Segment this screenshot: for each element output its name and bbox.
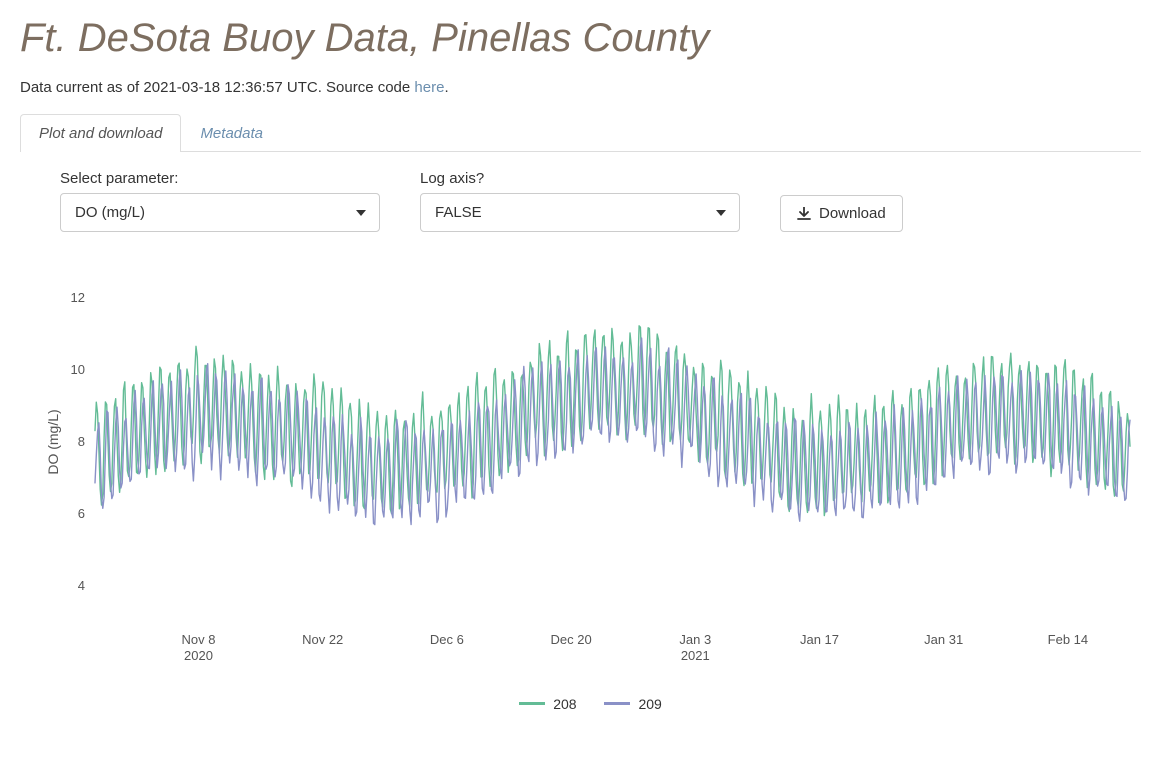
tab-metadata[interactable]: Metadata	[181, 114, 282, 152]
download-icon	[797, 207, 811, 221]
svg-text:8: 8	[78, 434, 85, 449]
svg-text:2021: 2021	[681, 648, 710, 663]
svg-text:Nov 22: Nov 22	[302, 632, 343, 647]
parameter-label: Select parameter:	[60, 170, 380, 187]
source-code-link[interactable]: here	[414, 79, 444, 96]
tab-plot-and-download[interactable]: Plot and download	[20, 114, 181, 152]
status-line: Data current as of 2021-03-18 12:36:57 U…	[20, 79, 1141, 96]
chart-legend: 208 209	[40, 692, 1141, 712]
tab-bar: Plot and download Metadata	[20, 114, 1141, 152]
log-axis-select[interactable]: FALSE	[420, 193, 740, 232]
svg-text:Dec 20: Dec 20	[550, 632, 591, 647]
svg-text:12: 12	[71, 290, 85, 305]
svg-text:Nov 8: Nov 8	[182, 632, 216, 647]
svg-text:4: 4	[78, 578, 85, 593]
parameter-select[interactable]: DO (mg/L)	[60, 193, 380, 232]
svg-text:2020: 2020	[184, 648, 213, 663]
svg-text:Dec 6: Dec 6	[430, 632, 464, 647]
svg-text:Feb 14: Feb 14	[1048, 632, 1088, 647]
controls-row: Select parameter: DO (mg/L) Log axis? FA…	[20, 170, 1141, 252]
svg-text:Jan 3: Jan 3	[679, 632, 711, 647]
svg-text:6: 6	[78, 506, 85, 521]
log-axis-label: Log axis?	[420, 170, 740, 187]
svg-text:Jan 31: Jan 31	[924, 632, 963, 647]
svg-text:Jan 17: Jan 17	[800, 632, 839, 647]
page-title: Ft. DeSota Buoy Data, Pinellas County	[20, 16, 1141, 61]
svg-text:10: 10	[71, 362, 85, 377]
timeseries-chart[interactable]: 4 6 8 10 12 DO (mg/L) Nov 82020 Nov 22 Dec 6 Dec …	[20, 252, 1141, 712]
svg-text:DO (mg/L): DO (mg/L)	[45, 409, 61, 474]
download-button[interactable]: Download	[780, 195, 903, 232]
